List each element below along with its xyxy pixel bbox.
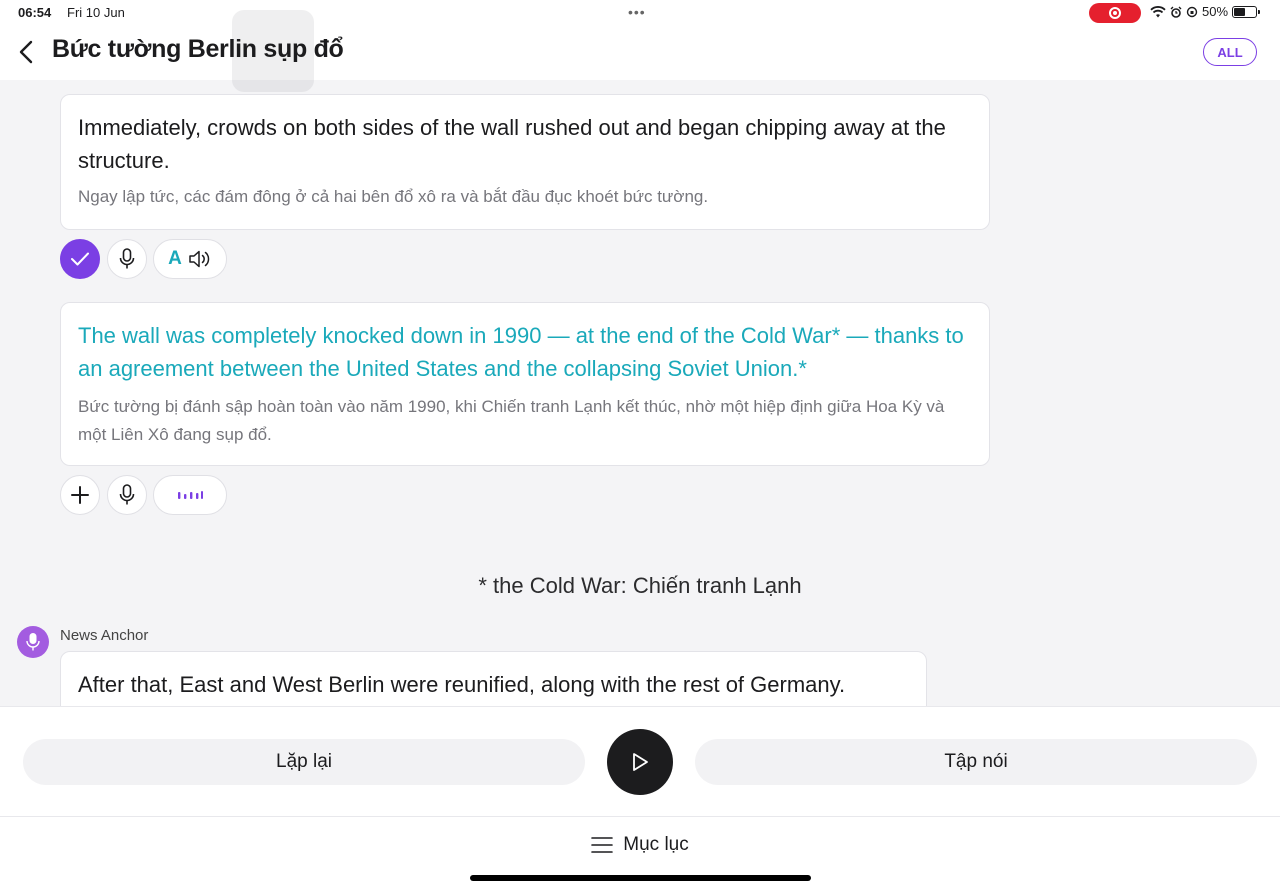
sentence-english: The wall was completely knocked down in … [78,323,964,381]
play-button[interactable] [607,729,673,795]
menu-icon [591,837,614,853]
sentence-vietnamese: Bức tường bị đánh sập hoàn toàn vào năm … [78,397,945,444]
audio-playing-button[interactable] [153,475,227,515]
back-button[interactable] [12,36,40,68]
sentence-english: Immediately, crowds on both sides of the… [78,115,946,173]
record-voice-button[interactable] [107,475,147,515]
speaker-avatar [17,626,49,658]
page-title: Bức tường Berlin sụp đổ [52,35,344,63]
sentence-english: After that, East and West Berlin were re… [78,672,846,697]
status-date: Fri 10 Jun [67,5,125,20]
battery-percent: 50% [1202,4,1229,19]
microphone-icon [119,248,135,269]
divider [0,816,1280,817]
orientation-lock-icon [1186,6,1198,17]
table-of-contents-label: Mục lục [623,834,689,855]
add-button[interactable] [60,475,100,515]
chevron-left-icon [19,40,33,64]
play-translation-button[interactable]: A [153,239,227,279]
sentence-vietnamese: Ngay lập tức, các đám đông ở cả hai bên … [78,187,709,206]
status-time: 06:54 [18,5,52,20]
sentence-card[interactable]: Immediately, crowds on both sides of the… [60,94,990,230]
header: Bức tường Berlin sụp đổ ALL [0,10,1280,92]
sentence-card-active[interactable]: The wall was completely knocked down in … [60,302,990,466]
all-button[interactable]: ALL [1203,38,1257,66]
record-icon [1109,7,1121,19]
microphone-icon [26,633,40,651]
footnote: * the Cold War: Chiến tranh Lạnh [478,573,802,598]
speaker-icon [189,250,210,268]
multitasking-dots-icon[interactable]: ••• [628,5,646,19]
wifi-icon [1150,5,1166,17]
battery-icon [1232,5,1261,18]
plus-icon [71,486,89,504]
record-voice-button[interactable] [107,239,147,279]
home-indicator[interactable] [470,875,811,881]
practice-speaking-button[interactable]: Tập nói [695,739,1257,785]
microphone-icon [119,484,135,505]
alarm-icon [1170,6,1182,18]
repeat-button[interactable]: Lặp lại [23,739,585,785]
table-of-contents-button[interactable]: Mục lục [0,831,1280,859]
speaker-name: News Anchor [60,627,149,644]
status-icons: 50% [1150,4,1261,19]
play-icon [633,753,648,771]
bottom-bar: Lặp lại Tập nói Mục lục [0,706,1280,888]
translate-letter: A [168,248,182,269]
checkmark-icon [71,252,89,266]
mark-done-button[interactable] [60,239,100,279]
screen-record-indicator[interactable] [1089,3,1141,23]
audio-wave-icon [178,491,203,499]
status-bar: 06:54 Fri 10 Jun ••• 50% [0,0,1280,26]
